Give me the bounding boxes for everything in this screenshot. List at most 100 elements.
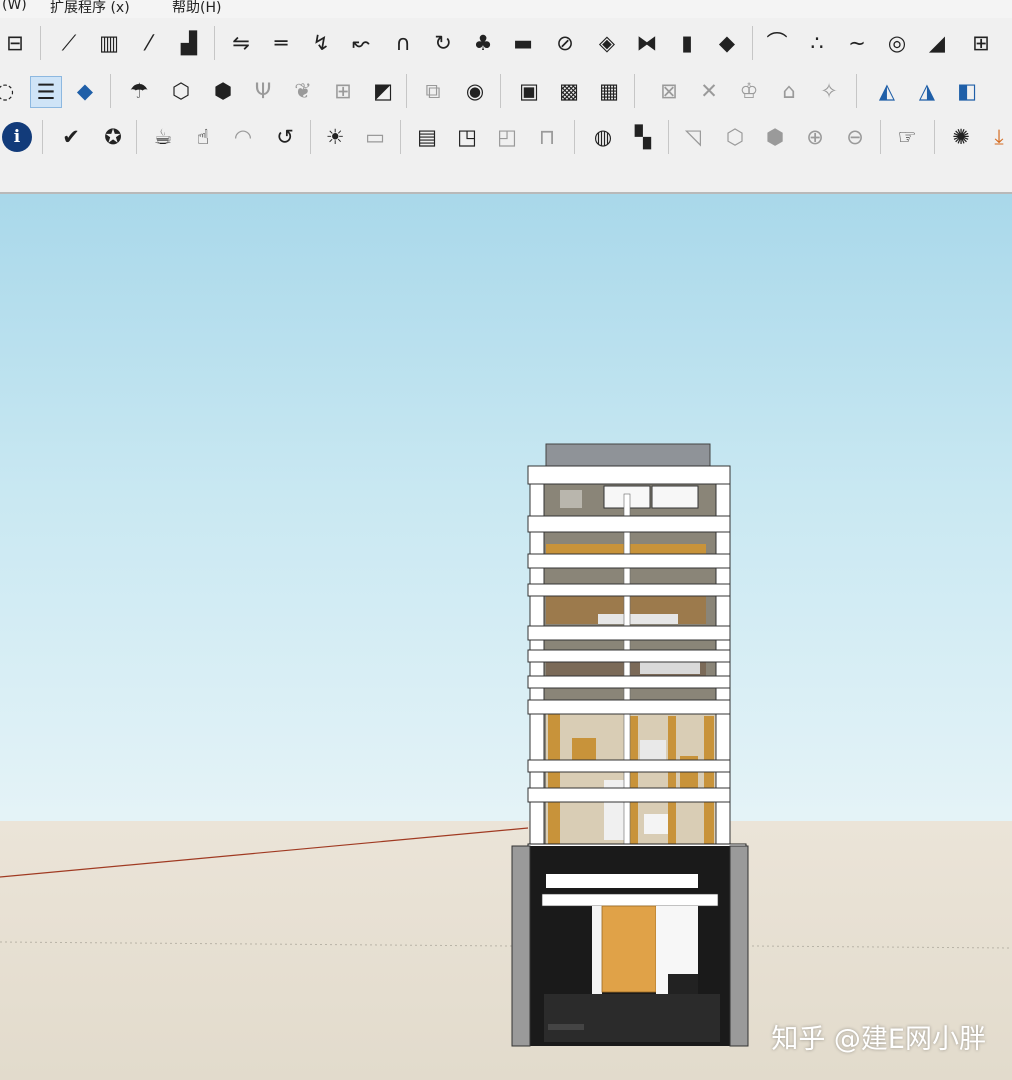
menu-window[interactable]: (W) bbox=[2, 0, 27, 13]
bar-graph-icon[interactable]: ▟ bbox=[174, 28, 204, 58]
view-a-icon[interactable]: ⊠ bbox=[654, 76, 684, 106]
toolbar-separator bbox=[214, 26, 215, 60]
louvre-8 bbox=[527, 699, 731, 715]
arc-icon[interactable]: ⌒ bbox=[762, 28, 792, 58]
align-icon[interactable]: ═ bbox=[266, 28, 296, 58]
sphere-half-icon[interactable]: ⊖ bbox=[840, 122, 870, 152]
ground-wall-strip bbox=[592, 906, 602, 996]
cube-outline-icon[interactable]: ⬡ bbox=[166, 76, 196, 106]
louvre-4 bbox=[527, 583, 731, 597]
spiral-icon[interactable]: ◎ bbox=[882, 28, 912, 58]
lock-icon[interactable]: ⊓ bbox=[532, 122, 562, 152]
cube-b-icon[interactable]: ⬢ bbox=[760, 122, 790, 152]
view-c-icon[interactable]: ♔ bbox=[734, 76, 764, 106]
info-icon[interactable]: i bbox=[2, 122, 32, 152]
toolbar-separator bbox=[310, 120, 311, 154]
grass-icon[interactable]: Ψ bbox=[248, 76, 278, 106]
double-box-icon[interactable]: ⧉ bbox=[418, 76, 448, 106]
render-c-icon[interactable]: ◧ bbox=[952, 76, 982, 106]
grid-move-icon[interactable]: ▚ bbox=[628, 122, 658, 152]
menu-extensions[interactable]: 扩展程序 (x) bbox=[50, 0, 130, 17]
line-tool-icon[interactable]: ⁄ bbox=[134, 28, 164, 58]
toolbar-separator bbox=[136, 120, 137, 154]
refresh-icon[interactable]: ↺ bbox=[270, 122, 300, 152]
square-slash-icon[interactable]: ◩ bbox=[368, 76, 398, 106]
toolbar-row-3: i ✔ ✪ ☕ ☝ ◠ ↺ ☀ ▭ ▤ ◳ ◰ ⊓ ◍ ▚ ◹ ⬡ ⬢ ⊕ ⊖ … bbox=[0, 114, 1012, 160]
eye-box-icon[interactable]: ◉ bbox=[460, 76, 490, 106]
column-icon[interactable]: ▥ bbox=[94, 28, 124, 58]
window-b-icon[interactable]: ◳ bbox=[452, 122, 482, 152]
view-e-icon[interactable]: ✧ bbox=[814, 76, 844, 106]
building-model[interactable] bbox=[511, 443, 749, 1047]
toolbar-separator bbox=[42, 120, 43, 154]
vray-icon[interactable]: ✔ bbox=[56, 122, 86, 152]
plan-a-icon[interactable]: ▣ bbox=[514, 76, 544, 106]
view-b-icon[interactable]: ✕ bbox=[694, 76, 724, 106]
toolbar-separator bbox=[574, 120, 575, 154]
watermark: 知乎 @建E网小胖 bbox=[771, 1024, 986, 1055]
model-viewport[interactable]: 知乎 @建E网小胖 bbox=[0, 194, 1012, 1080]
louvre-5 bbox=[527, 625, 731, 641]
diamond-icon[interactable]: ◆ bbox=[712, 28, 742, 58]
toolbar-row-2: ◌ ☰ ◆ ☂ ⬡ ⬢ Ψ ❦ ⊞ ◩ ⧉ ◉ ▣ ▩ ▦ ⊠ ✕ ♔ ⌂ ✧ … bbox=[0, 68, 1012, 114]
top-window-2 bbox=[651, 485, 699, 509]
hand-icon[interactable]: ☝ bbox=[188, 122, 218, 152]
comb-icon[interactable]: ⊞ bbox=[966, 28, 996, 58]
toolbar-separator bbox=[634, 74, 635, 108]
toolbar-separator bbox=[668, 120, 669, 154]
wood-door bbox=[601, 905, 657, 993]
rotate-icon[interactable]: ↻ bbox=[428, 28, 458, 58]
arc-partial-icon[interactable]: ◌ bbox=[0, 76, 20, 106]
render-light-icon[interactable]: ✺ bbox=[946, 122, 976, 152]
split-icon[interactable]: ⧓ bbox=[632, 28, 662, 58]
toolbar-separator bbox=[40, 26, 41, 60]
frame-icon[interactable]: ▭ bbox=[360, 122, 390, 152]
window-c-icon[interactable]: ◰ bbox=[492, 122, 522, 152]
arch-icon[interactable]: ∩ bbox=[388, 28, 418, 58]
render-b-icon[interactable]: ◮ bbox=[912, 76, 942, 106]
slope-icon[interactable]: ◢ bbox=[922, 28, 952, 58]
toolbar-separator bbox=[406, 74, 407, 108]
tree-icon[interactable]: ♣ bbox=[468, 28, 498, 58]
wave-icon[interactable]: ∼ bbox=[842, 28, 872, 58]
palette-icon[interactable]: ✪ bbox=[98, 122, 128, 152]
flip-icon[interactable]: ⇋ bbox=[226, 28, 256, 58]
teapot-icon[interactable]: ☕ bbox=[148, 122, 178, 152]
dots-icon[interactable]: ∴ bbox=[802, 28, 832, 58]
stack-icon[interactable]: ◈ bbox=[592, 28, 622, 58]
louvre-2 bbox=[527, 515, 731, 533]
leaf-icon[interactable]: ❦ bbox=[288, 76, 318, 106]
box-blue-icon[interactable]: ◆ bbox=[70, 76, 100, 106]
hand-cube-icon[interactable]: ☞ bbox=[892, 122, 922, 152]
stairs-icon[interactable]: ⟋ bbox=[54, 28, 84, 58]
plan-b-icon[interactable]: ▩ bbox=[554, 76, 584, 106]
layers-icon[interactable]: ☰ bbox=[30, 76, 62, 108]
section-icon[interactable]: ⊟ bbox=[0, 28, 30, 58]
dome-icon[interactable]: ◠ bbox=[228, 122, 258, 152]
louvre-7 bbox=[527, 675, 731, 689]
axis-line-right bbox=[751, 945, 1012, 949]
triangle-box-icon[interactable]: ◹ bbox=[678, 122, 708, 152]
curve-icon[interactable]: ↯ bbox=[306, 28, 336, 58]
circle-slash-icon[interactable]: ⊘ bbox=[550, 28, 580, 58]
stone-wall-left bbox=[511, 845, 531, 1047]
menu-help[interactable]: 帮助(H) bbox=[172, 0, 221, 17]
slab-icon[interactable]: ▬ bbox=[508, 28, 538, 58]
ground-floor-base bbox=[544, 994, 720, 1042]
sphere-grid-icon[interactable]: ⊕ bbox=[800, 122, 830, 152]
ground-canopy-2 bbox=[541, 893, 719, 907]
window-a-icon[interactable]: ▤ bbox=[412, 122, 442, 152]
curve-arrow-icon[interactable]: ↜ bbox=[346, 28, 376, 58]
cylinder-icon[interactable]: ▮ bbox=[672, 28, 702, 58]
sun-icon[interactable]: ☀ bbox=[320, 122, 350, 152]
grid-box-icon[interactable]: ⊞ bbox=[328, 76, 358, 106]
render-a-icon[interactable]: ◭ bbox=[872, 76, 902, 106]
plan-c-icon[interactable]: ▦ bbox=[594, 76, 624, 106]
arrow-down-icon[interactable]: ⤓ bbox=[984, 122, 1012, 152]
cube-icon[interactable]: ⬢ bbox=[208, 76, 238, 106]
red-axis-line bbox=[0, 827, 529, 878]
umbrella-icon[interactable]: ☂ bbox=[124, 76, 154, 106]
cube-a-icon[interactable]: ⬡ bbox=[720, 122, 750, 152]
sphere-icon[interactable]: ◍ bbox=[588, 122, 618, 152]
view-d-icon[interactable]: ⌂ bbox=[774, 76, 804, 106]
